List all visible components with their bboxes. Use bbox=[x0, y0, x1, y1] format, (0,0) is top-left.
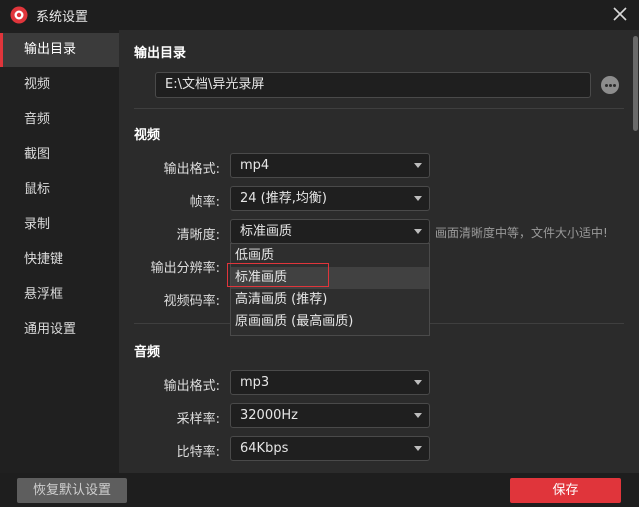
fps-value: 24 (推荐,均衡) bbox=[240, 191, 327, 206]
title-bar: 系统设置 bbox=[0, 0, 639, 30]
footer-bar: 恢复默认设置 保存 bbox=[0, 473, 639, 507]
divider bbox=[134, 108, 624, 109]
video-format-label: 输出格式: bbox=[163, 162, 220, 177]
app-logo-icon bbox=[10, 6, 28, 24]
fps-select[interactable]: 24 (推荐,均衡) bbox=[230, 186, 430, 211]
video-section-title: 视频 bbox=[134, 128, 161, 143]
chevron-down-icon bbox=[414, 446, 422, 451]
quality-option-standard[interactable]: 标准画质 bbox=[231, 267, 429, 289]
audio-bitrate-label: 比特率: bbox=[176, 445, 220, 460]
sidebar-item-screenshot[interactable]: 截图 bbox=[0, 138, 119, 172]
video-bitrate-label: 视频码率: bbox=[163, 294, 220, 309]
samplerate-select[interactable]: 32000Hz bbox=[230, 403, 430, 428]
audio-format-label: 输出格式: bbox=[163, 379, 220, 394]
audio-bitrate-select[interactable]: 64Kbps bbox=[230, 436, 430, 461]
quality-option-hd[interactable]: 高清画质 (推荐) bbox=[231, 289, 429, 311]
save-button[interactable]: 保存 bbox=[510, 478, 621, 503]
settings-content: 输出目录 E:\文档\异光录屏 视频 输出格式: mp4 帧率: 24 (推荐,… bbox=[119, 30, 639, 473]
audio-format-select[interactable]: mp3 bbox=[230, 370, 430, 395]
samplerate-value: 32000Hz bbox=[240, 408, 298, 423]
audio-format-value: mp3 bbox=[240, 375, 270, 390]
chevron-down-icon bbox=[414, 380, 422, 385]
audio-section-title: 音频 bbox=[134, 345, 161, 360]
sidebar: 输出目录 视频 音频 截图 鼠标 录制 快捷键 悬浮框 通用设置 bbox=[0, 30, 119, 473]
output-path-field[interactable]: E:\文档\异光录屏 bbox=[155, 72, 591, 98]
audio-bitrate-value: 64Kbps bbox=[240, 441, 289, 456]
close-icon[interactable] bbox=[609, 3, 631, 25]
chevron-down-icon bbox=[414, 229, 422, 234]
window-title: 系统设置 bbox=[36, 10, 89, 25]
reset-defaults-button[interactable]: 恢复默认设置 bbox=[17, 478, 127, 503]
chevron-down-icon bbox=[414, 413, 422, 418]
video-format-value: mp4 bbox=[240, 158, 270, 173]
sidebar-item-audio[interactable]: 音频 bbox=[0, 103, 119, 137]
quality-select[interactable]: 标准画质 bbox=[230, 219, 430, 244]
more-icon[interactable] bbox=[601, 76, 619, 94]
video-format-select[interactable]: mp4 bbox=[230, 153, 430, 178]
quality-value: 标准画质 bbox=[240, 224, 293, 239]
quality-option-original[interactable]: 原画画质 (最高画质) bbox=[231, 311, 429, 333]
fps-label: 帧率: bbox=[189, 195, 220, 210]
sidebar-item-hotkeys[interactable]: 快捷键 bbox=[0, 243, 119, 277]
chevron-down-icon bbox=[414, 196, 422, 201]
sidebar-item-general[interactable]: 通用设置 bbox=[0, 313, 119, 347]
sidebar-item-record[interactable]: 录制 bbox=[0, 208, 119, 242]
output-dir-section-title: 输出目录 bbox=[134, 46, 187, 61]
quality-label: 清晰度: bbox=[176, 228, 220, 243]
sidebar-item-mouse[interactable]: 鼠标 bbox=[0, 173, 119, 207]
scrollbar-thumb[interactable] bbox=[633, 36, 638, 131]
sidebar-item-floating-box[interactable]: 悬浮框 bbox=[0, 278, 119, 312]
sidebar-item-video[interactable]: 视频 bbox=[0, 68, 119, 102]
resolution-label: 输出分辨率: bbox=[150, 261, 220, 276]
chevron-down-icon bbox=[414, 163, 422, 168]
quality-hint: 画面清晰度中等，文件大小适中! bbox=[435, 226, 608, 240]
quality-dropdown: 低画质 标准画质 高清画质 (推荐) 原画画质 (最高画质) bbox=[230, 243, 430, 336]
samplerate-label: 采样率: bbox=[176, 412, 220, 427]
quality-option-low[interactable]: 低画质 bbox=[231, 245, 429, 267]
sidebar-item-output-dir[interactable]: 输出目录 bbox=[0, 33, 119, 67]
